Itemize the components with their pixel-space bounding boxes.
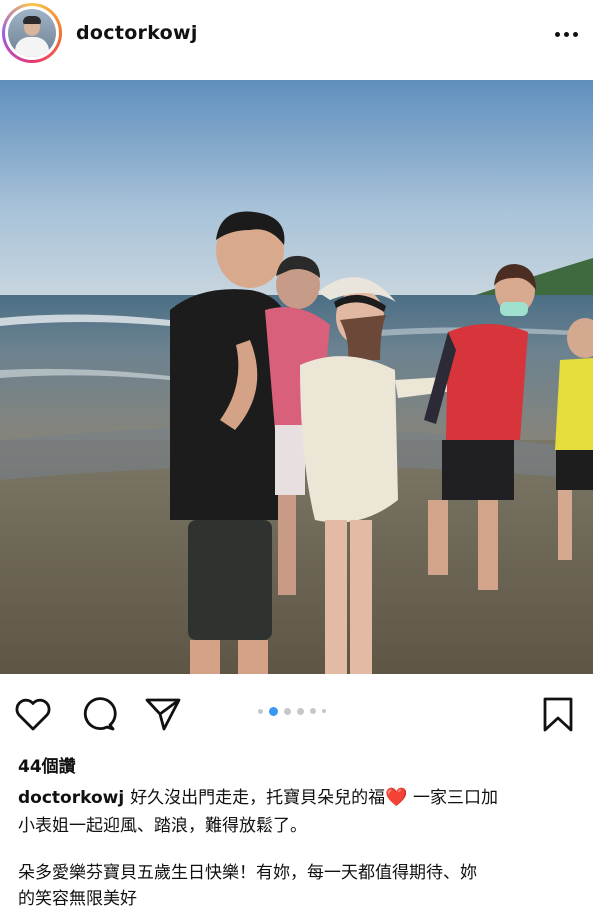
caption-text-3: 朵多愛樂芬寶貝五歲生日快樂！有妳，每一天都值得期待、妳 xyxy=(18,863,477,883)
post-header: doctorkowj xyxy=(0,0,593,78)
like-count[interactable]: 44個讚 xyxy=(18,752,76,777)
caption-text-1a: 好久沒出門走走，托寶貝朵兒的福 xyxy=(130,788,386,808)
carousel-dot xyxy=(322,709,326,713)
caption-text-1b: 一家三口加 xyxy=(407,788,499,808)
caption-username[interactable]: doctorkowj xyxy=(18,788,124,808)
carousel-dot xyxy=(310,708,316,714)
carousel-dot xyxy=(284,707,291,715)
red-heart-emoji: ❤️ xyxy=(385,787,408,808)
post-photo[interactable] xyxy=(0,80,593,674)
carousel-dot xyxy=(258,708,263,714)
send-icon[interactable] xyxy=(144,696,182,736)
carousel-dot-active xyxy=(269,706,278,716)
avatar[interactable] xyxy=(2,3,62,63)
caption-text-4: 的笑容無限美好 xyxy=(18,889,137,909)
bookmark-icon[interactable] xyxy=(540,696,576,738)
avatar-border xyxy=(5,6,59,60)
heart-icon[interactable] xyxy=(14,696,52,736)
avatar-photo xyxy=(8,9,56,57)
more-options-icon[interactable] xyxy=(548,22,584,46)
comment-icon[interactable] xyxy=(80,696,118,736)
caption-text-2: 小表姐一起迎風、踏浪，難得放鬆了。 xyxy=(18,816,307,836)
caption: doctorkowj 好久沒出門走走，托寶貝朵兒的福❤️ 一家三口加 小表姐一起迎… xyxy=(18,784,578,840)
carousel-dot xyxy=(297,707,304,715)
carousel-indicator xyxy=(258,706,326,716)
username[interactable]: doctorkowj xyxy=(76,22,198,44)
caption-paragraph-2: 朵多愛樂芬寶貝五歲生日快樂！有妳，每一天都值得期待、妳 的笑容無限美好 xyxy=(18,860,578,912)
